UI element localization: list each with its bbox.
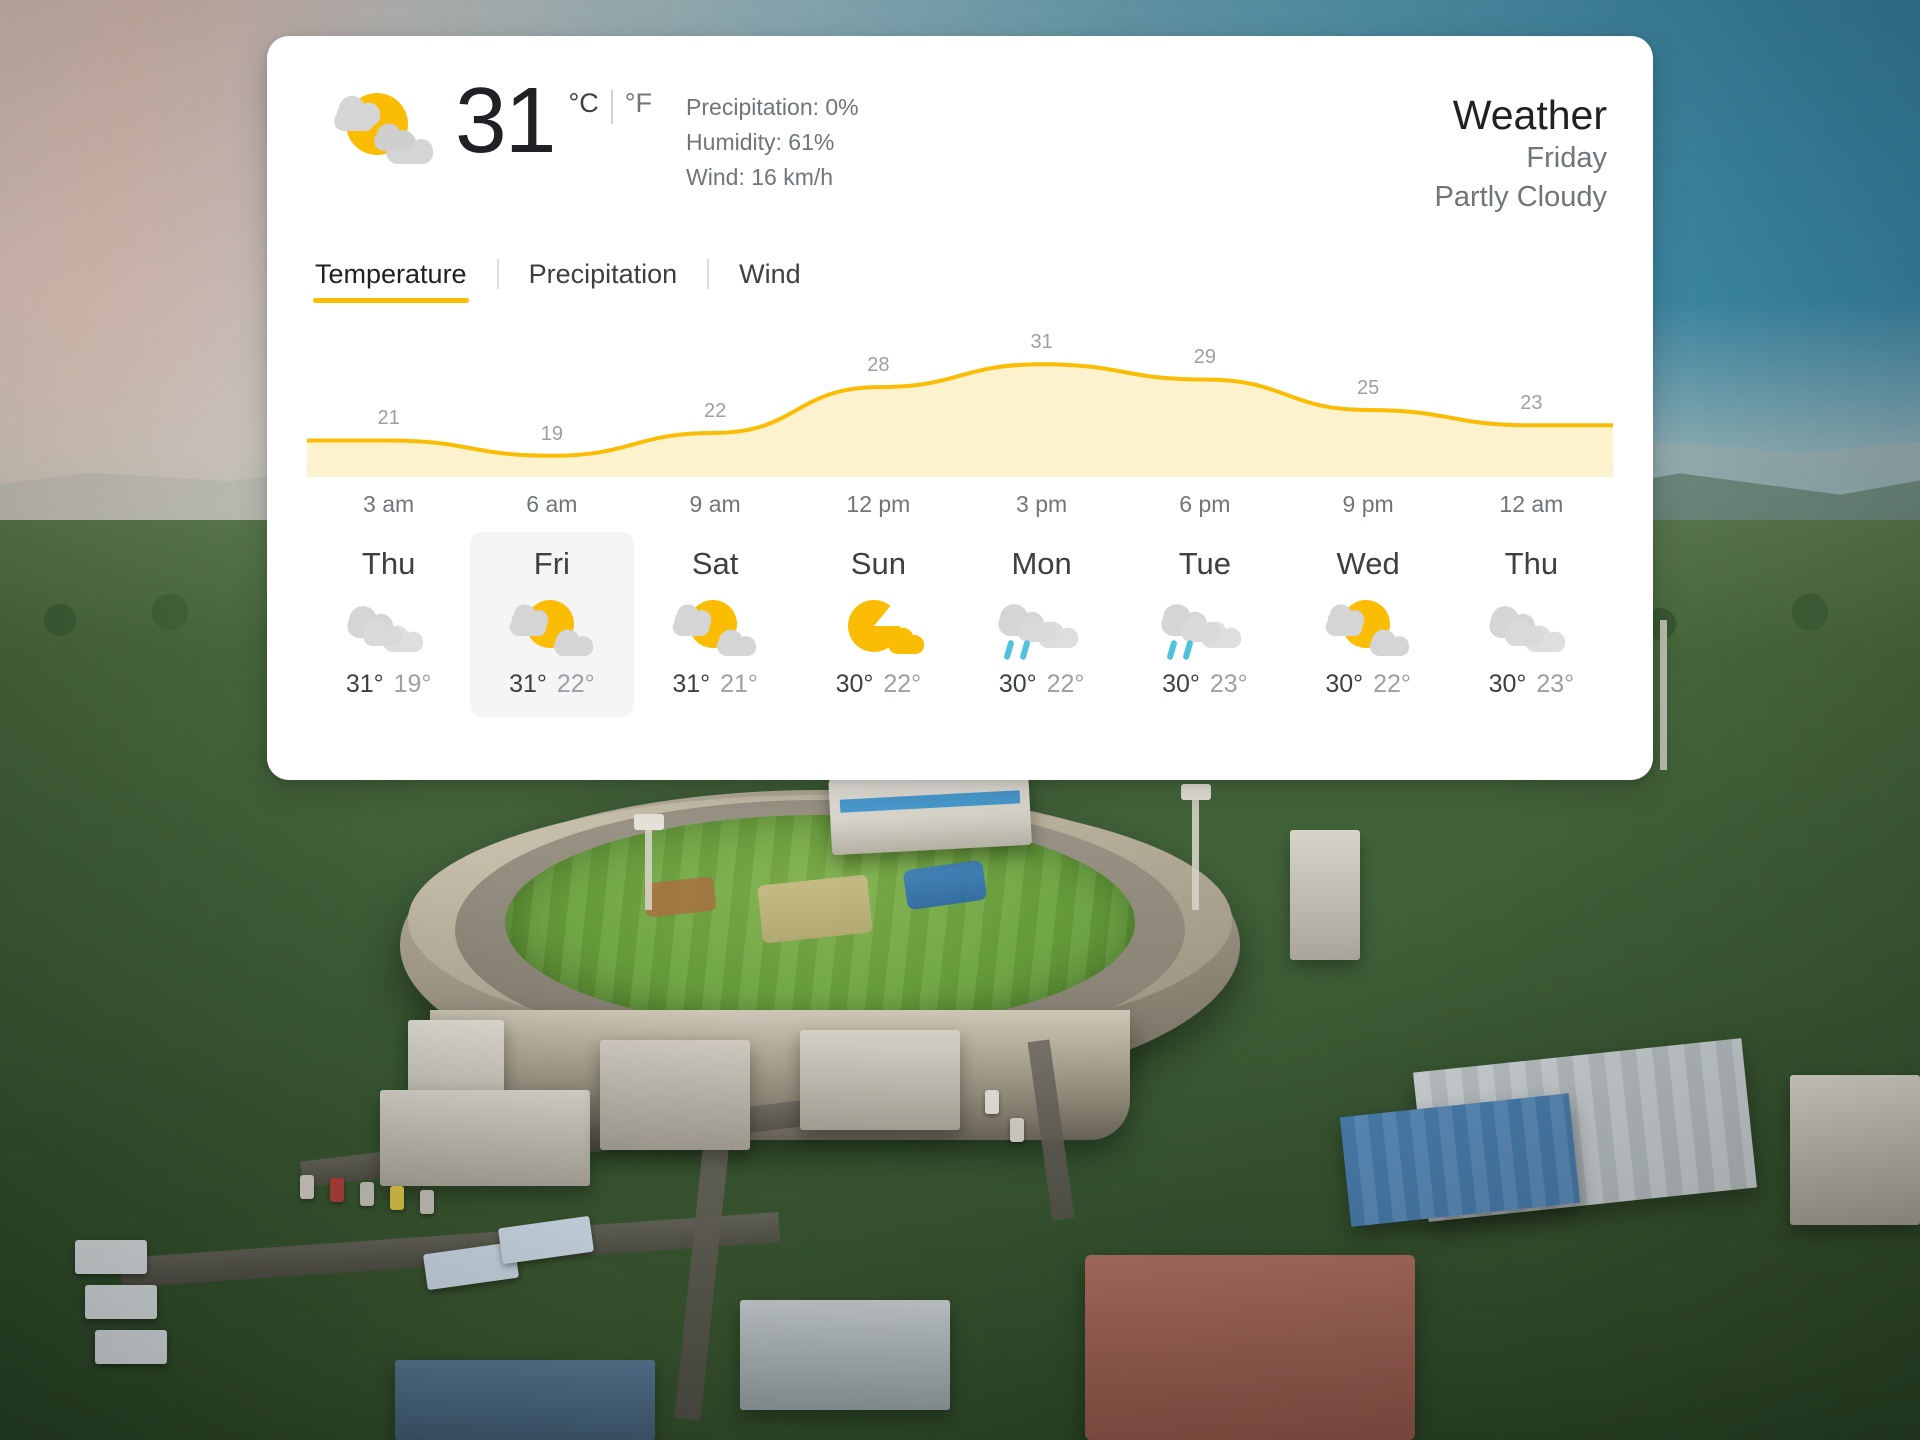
- day-temperatures: 31° 19°: [307, 670, 470, 699]
- temperature-chart[interactable]: 21 19 22 28 31 29 25 23: [307, 331, 1613, 477]
- card-header: 31 °C °F Precipitation: 0% Humidity: 61%…: [307, 36, 1613, 217]
- day-name: Tue: [1178, 545, 1232, 581]
- day-temperatures: 30° 23°: [1450, 670, 1613, 699]
- day-high-temp: 30°: [998, 669, 1037, 698]
- weather-card: 31 °C °F Precipitation: 0% Humidity: 61%…: [267, 36, 1653, 780]
- chart-point-label: 28: [867, 353, 890, 376]
- tab-wind[interactable]: Wind: [737, 259, 803, 303]
- day-high-temp: 30°: [1162, 669, 1200, 698]
- partly-cloudy-day-icon: [667, 592, 763, 664]
- day-low-temp: 22°: [1373, 669, 1411, 698]
- day-temperatures: 30° 22°: [797, 670, 960, 699]
- forecast-day-mon-4[interactable]: Mon 30° 22°: [960, 532, 1123, 717]
- day-low-temp: 19°: [393, 669, 432, 698]
- day-temperatures: 31° 22°: [470, 670, 633, 699]
- rain-icon: [994, 592, 1090, 664]
- forecast-day-sun-3[interactable]: Sun 30° 22°: [797, 532, 960, 717]
- day-temperatures: 30° 22°: [1287, 670, 1450, 699]
- current-temperature: 31: [455, 68, 556, 172]
- forecast-day-wed-6[interactable]: Wed 30° 22°: [1287, 532, 1450, 717]
- header-condition: Partly Cloudy: [1434, 181, 1607, 213]
- humidity-value: Humidity: 61%: [686, 128, 835, 155]
- day-high-temp: 31°: [672, 669, 711, 698]
- chart-point-label: 21: [377, 407, 400, 430]
- day-high-temp: 31°: [509, 669, 547, 698]
- chart-point-label: 29: [1193, 346, 1216, 369]
- partly-cloudy-day-icon: [504, 592, 600, 664]
- current-conditions-details: Precipitation: 0% Humidity: 61% Wind: 16…: [686, 78, 859, 195]
- day-temperatures: 30° 22°: [960, 670, 1123, 699]
- day-high-temp: 31°: [345, 669, 384, 698]
- partly-cloudy-day-icon: [317, 78, 439, 174]
- hour-label: 6 pm: [1179, 490, 1231, 517]
- day-low-temp: 21°: [720, 669, 758, 698]
- day-high-temp: 30°: [1488, 669, 1527, 698]
- day-temperatures: 30° 23°: [1123, 670, 1286, 699]
- chart-svg: [307, 362, 1613, 477]
- chart-point-label: 22: [704, 399, 727, 422]
- day-low-temp: 23°: [1209, 669, 1248, 698]
- metric-tabs: Temperature Precipitation Wind: [313, 259, 1613, 303]
- day-name: Wed: [1336, 545, 1400, 581]
- hour-label: 6 am: [526, 490, 578, 517]
- day-name: Sun: [850, 545, 906, 581]
- rain-icon: [1157, 592, 1253, 664]
- forecast-day-sat-2[interactable]: Sat 31° 21°: [634, 532, 797, 717]
- card-header-right: Weather Friday Partly Cloudy: [1435, 78, 1613, 217]
- hour-label: 3 am: [363, 490, 415, 517]
- tab-precipitation[interactable]: Precipitation: [527, 259, 680, 303]
- cloudy-icon: [341, 592, 437, 664]
- cloudy-icon: [1483, 592, 1579, 664]
- day-low-temp: 23°: [1536, 669, 1575, 698]
- wind-value: Wind: 16 km/h: [686, 163, 834, 190]
- sunny-icon: [830, 592, 926, 664]
- day-high-temp: 30°: [835, 669, 874, 698]
- partly-cloudy-day-icon: [1320, 592, 1416, 664]
- celsius-option[interactable]: °C: [568, 88, 598, 119]
- day-name: Fri: [533, 545, 570, 581]
- day-low-temp: 22°: [556, 669, 595, 698]
- day-name: Thu: [1504, 545, 1559, 581]
- day-low-temp: 22°: [1046, 669, 1085, 698]
- chart-point-label: 31: [1030, 331, 1053, 354]
- unit-divider: [610, 90, 613, 124]
- hour-label: 12 am: [1499, 490, 1564, 517]
- forecast-day-thu-7[interactable]: Thu 30° 23°: [1450, 532, 1613, 717]
- chart-area-fill: [307, 364, 1613, 477]
- hour-label: 12 pm: [846, 490, 911, 517]
- header-day: Friday: [1526, 142, 1607, 175]
- day-name: Sat: [691, 545, 739, 581]
- chart-point-label: 23: [1520, 392, 1543, 415]
- day-high-temp: 30°: [1325, 669, 1364, 698]
- day-name: Mon: [1011, 545, 1072, 581]
- precipitation-value: Precipitation: 0%: [686, 94, 859, 120]
- tab-divider: [707, 259, 710, 290]
- unit-toggle[interactable]: °C °F: [568, 78, 652, 124]
- tab-divider: [496, 259, 499, 290]
- tab-temperature[interactable]: Temperature: [313, 259, 469, 303]
- day-name: Thu: [361, 545, 416, 581]
- hour-axis: 3 am 6 am 9 am 12 pm 3 pm 6 pm 9 pm 12 am: [307, 491, 1613, 518]
- fahrenheit-option[interactable]: °F: [625, 88, 652, 119]
- chart-point-label: 19: [540, 422, 563, 445]
- day-low-temp: 22°: [883, 669, 922, 698]
- day-temperatures: 31° 21°: [634, 670, 797, 699]
- hour-label: 9 pm: [1342, 490, 1394, 517]
- chart-point-label: 25: [1357, 376, 1380, 399]
- hour-label: 3 pm: [1016, 490, 1068, 517]
- page-title: Weather: [1452, 92, 1607, 138]
- hour-label: 9 am: [689, 490, 741, 517]
- forecast-day-tue-5[interactable]: Tue 30° 23°: [1123, 532, 1286, 717]
- forecast-day-fri-1[interactable]: Fri 31° 22°: [470, 531, 634, 717]
- daily-forecast: Thu 31° 19° Fri 31° 22° Sat 31° 21° Sun …: [307, 531, 1613, 717]
- forecast-day-thu-0[interactable]: Thu 31° 19°: [307, 532, 470, 717]
